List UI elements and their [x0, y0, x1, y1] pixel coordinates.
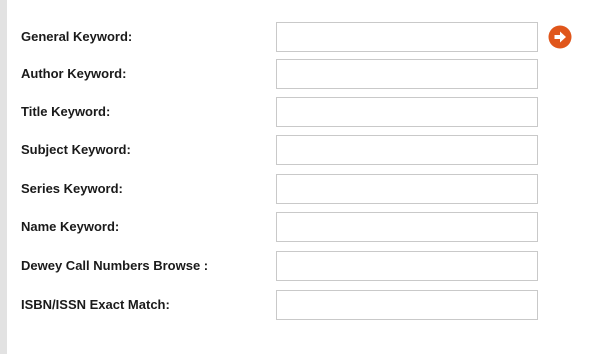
- title-keyword-label: Title Keyword:: [21, 104, 111, 119]
- name-keyword-row: Name Keyword:: [0, 212, 591, 242]
- general-keyword-row: General Keyword:: [0, 22, 591, 52]
- dewey-call-numbers-browse-row: Dewey Call Numbers Browse :: [0, 251, 591, 281]
- general-keyword-input[interactable]: [276, 22, 538, 52]
- subject-keyword-input[interactable]: [276, 135, 538, 165]
- series-keyword-row: Series Keyword:: [0, 174, 591, 204]
- isbn-issn-exact-match-row: ISBN/ISSN Exact Match:: [0, 290, 591, 320]
- arrow-right-circle-icon: [548, 25, 572, 49]
- subject-keyword-row: Subject Keyword:: [0, 135, 591, 165]
- author-keyword-input[interactable]: [276, 59, 538, 89]
- author-keyword-label: Author Keyword:: [21, 66, 127, 81]
- series-keyword-label: Series Keyword:: [21, 181, 123, 196]
- dewey-call-numbers-browse-input[interactable]: [276, 251, 538, 281]
- title-keyword-row: Title Keyword:: [0, 97, 591, 127]
- general-keyword-label: General Keyword:: [21, 29, 133, 44]
- subject-keyword-label: Subject Keyword:: [21, 142, 131, 157]
- search-form: General Keyword: Author Keyword: Title K…: [0, 0, 591, 354]
- name-keyword-label: Name Keyword:: [21, 219, 120, 234]
- series-keyword-input[interactable]: [276, 174, 538, 204]
- author-keyword-row: Author Keyword:: [0, 59, 591, 89]
- name-keyword-input[interactable]: [276, 212, 538, 242]
- dewey-call-numbers-browse-label: Dewey Call Numbers Browse :: [21, 258, 209, 273]
- title-keyword-input[interactable]: [276, 97, 538, 127]
- isbn-issn-exact-match-input[interactable]: [276, 290, 538, 320]
- search-go-button[interactable]: [548, 25, 572, 49]
- isbn-issn-exact-match-label: ISBN/ISSN Exact Match:: [21, 297, 170, 312]
